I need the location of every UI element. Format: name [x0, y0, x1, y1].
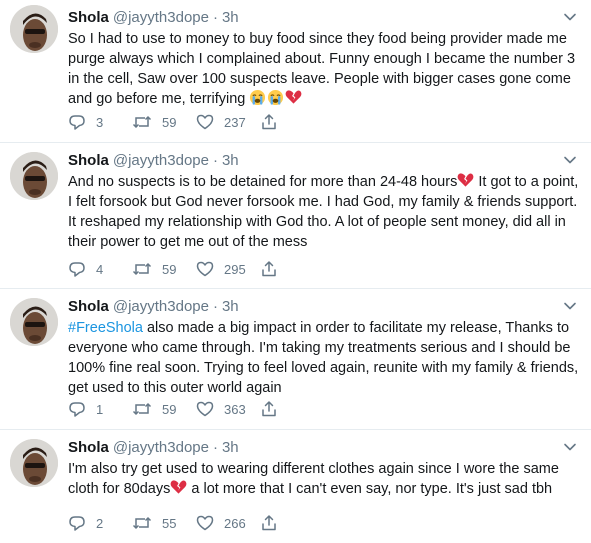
- heart-outline-icon: [196, 515, 214, 531]
- reply-count: 3: [96, 114, 104, 130]
- reply-button[interactable]: 2: [68, 514, 132, 532]
- tweet-header: Shola @jayyth3dope · 3h: [68, 297, 591, 317]
- tweet-header: Shola @jayyth3dope · 3h: [68, 8, 591, 28]
- retweet-icon: [132, 262, 152, 276]
- tweet-header: Shola @jayyth3dope · 3h: [68, 438, 591, 458]
- tweet[interactable]: Shola @jayyth3dope · 3h #FreeShola also mad…: [0, 289, 591, 430]
- heart-outline-icon: [196, 261, 214, 277]
- reply-count: 4: [96, 261, 104, 277]
- share-icon: [262, 261, 276, 277]
- retweet-count: 59: [162, 261, 177, 277]
- retweet-button[interactable]: 59: [132, 400, 196, 418]
- tweet-text-body: So I had to use to money to buy food sin…: [68, 31, 576, 107]
- tweet-text-part-1: And no suspects is to be detained for mo…: [68, 174, 458, 190]
- reply-button[interactable]: 3: [68, 113, 132, 131]
- user-handle[interactable]: @jayyth3dope: [113, 439, 209, 456]
- reply-icon: [69, 262, 85, 277]
- reply-button[interactable]: 1: [68, 400, 132, 418]
- broken-heart-emoji: [285, 90, 302, 104]
- tweet-actions: 3 59 237: [68, 113, 324, 131]
- timestamp[interactable]: 3h: [222, 439, 239, 456]
- reply-count: 2: [96, 515, 104, 531]
- reply-icon: [69, 516, 85, 531]
- retweet-icon: [132, 516, 152, 530]
- loudly-crying-face-emoji: [250, 89, 266, 106]
- share-button[interactable]: [260, 514, 324, 532]
- tweet-actions: 1 59 363: [68, 400, 324, 418]
- heart-outline-icon: [196, 114, 214, 130]
- chevron-down-icon[interactable]: [563, 299, 577, 313]
- retweet-icon: [132, 115, 152, 129]
- tweet[interactable]: Shola @jayyth3dope · 3h So I had to use to …: [0, 0, 591, 143]
- tweet-text: So I had to use to money to buy food sin…: [68, 29, 583, 109]
- user-handle[interactable]: @jayyth3dope: [113, 9, 209, 26]
- tweet-header: Shola @jayyth3dope · 3h: [68, 151, 591, 171]
- reply-icon: [69, 402, 85, 417]
- timestamp[interactable]: 3h: [222, 9, 239, 26]
- chevron-down-icon[interactable]: [563, 440, 577, 454]
- avatar[interactable]: [10, 152, 58, 200]
- share-icon: [262, 515, 276, 531]
- tweet-text-part-2: a lot more that I can't even say, nor ty…: [187, 481, 553, 497]
- reply-icon: [69, 115, 85, 130]
- loudly-crying-face-emoji: [268, 89, 284, 106]
- tweet-text: And no suspects is to be detained for mo…: [68, 172, 583, 252]
- avatar[interactable]: [10, 439, 58, 487]
- chevron-down-icon[interactable]: [563, 153, 577, 167]
- tweet-text: #FreeShola also made a big impact in ord…: [68, 318, 583, 398]
- retweet-count: 59: [162, 114, 177, 130]
- retweet-button[interactable]: 59: [132, 260, 196, 278]
- user-handle[interactable]: @jayyth3dope: [113, 152, 209, 169]
- heart-outline-icon: [196, 401, 214, 417]
- like-button[interactable]: 295: [196, 260, 260, 278]
- tweet-actions: 4 59 295: [68, 260, 324, 278]
- display-name[interactable]: Shola: [68, 298, 109, 315]
- retweet-count: 55: [162, 515, 177, 531]
- tweet-text-body: also made a big impact in order to facil…: [68, 320, 579, 396]
- timestamp[interactable]: 3h: [222, 298, 239, 315]
- like-button[interactable]: 266: [196, 514, 260, 532]
- retweet-button[interactable]: 59: [132, 113, 196, 131]
- tweet[interactable]: Shola @jayyth3dope · 3h And no suspects is …: [0, 143, 591, 289]
- like-count: 363: [224, 401, 246, 417]
- separator-dot: ·: [212, 9, 218, 26]
- share-icon: [262, 114, 276, 130]
- share-button[interactable]: [260, 400, 324, 418]
- like-count: 237: [224, 114, 246, 130]
- separator-dot: ·: [212, 298, 218, 315]
- user-handle[interactable]: @jayyth3dope: [113, 298, 209, 315]
- tweet-thread: Shola @jayyth3dope · 3h So I had to use to …: [0, 0, 591, 543]
- hashtag-link[interactable]: #FreeShola: [68, 320, 143, 336]
- like-button[interactable]: 363: [196, 400, 260, 418]
- tweet-text: I'm also try get used to wearing differe…: [68, 459, 583, 499]
- separator-dot: ·: [212, 152, 218, 169]
- retweet-button[interactable]: 55: [132, 514, 196, 532]
- avatar[interactable]: [10, 298, 58, 346]
- avatar[interactable]: [10, 5, 58, 53]
- reply-button[interactable]: 4: [68, 260, 132, 278]
- chevron-down-icon[interactable]: [563, 10, 577, 24]
- display-name[interactable]: Shola: [68, 439, 109, 456]
- like-count: 295: [224, 261, 246, 277]
- tweet-actions: 2 55 266: [68, 514, 324, 532]
- separator-dot: ·: [212, 439, 218, 456]
- retweet-count: 59: [162, 401, 177, 417]
- broken-heart-emoji: [170, 480, 187, 494]
- retweet-icon: [132, 402, 152, 416]
- tweet[interactable]: Shola @jayyth3dope · 3h I'm also try get us…: [0, 430, 591, 543]
- like-count: 266: [224, 515, 246, 531]
- like-button[interactable]: 237: [196, 113, 260, 131]
- timestamp[interactable]: 3h: [222, 152, 239, 169]
- share-button[interactable]: [260, 260, 324, 278]
- reply-count: 1: [96, 401, 104, 417]
- share-button[interactable]: [260, 113, 324, 131]
- display-name[interactable]: Shola: [68, 152, 109, 169]
- broken-heart-emoji: [457, 173, 474, 187]
- share-icon: [262, 401, 276, 417]
- display-name[interactable]: Shola: [68, 9, 109, 26]
